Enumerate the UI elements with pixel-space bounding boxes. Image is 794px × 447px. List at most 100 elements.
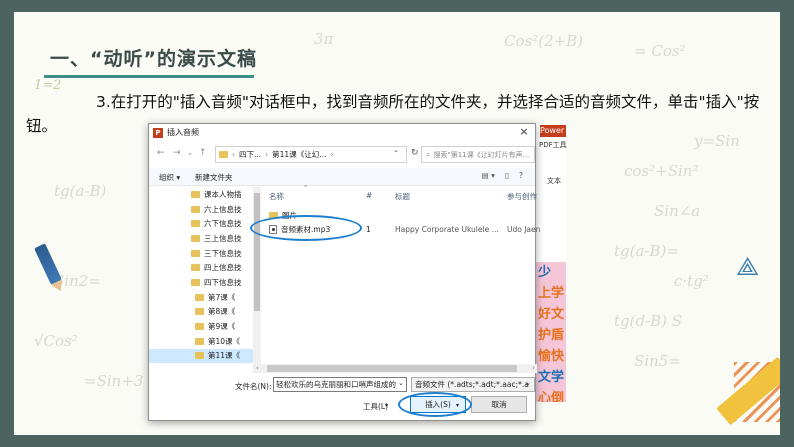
nav-folder-label: 四下信息技: [204, 277, 242, 287]
folder-icon: [195, 323, 204, 331]
file-title: Happy Corporate Ukulele ...: [395, 225, 499, 234]
slide-title: 一、“动听”的演示文稿: [50, 48, 257, 70]
nav-folder-item[interactable]: 四下信息技: [149, 275, 253, 290]
file-number: 1: [366, 225, 371, 234]
scroll-left-icon[interactable]: ‹: [256, 364, 259, 372]
folder-icon: [195, 352, 204, 360]
nav-scroll-thumb[interactable]: [254, 193, 260, 311]
ppt-art-char: 护盾: [538, 328, 565, 343]
nav-folder-item[interactable]: 第10课《: [149, 334, 253, 349]
folder-icon: [195, 308, 204, 316]
nav-folder-item[interactable]: 第9课《: [149, 319, 253, 334]
nav-folder-label: 第7课《: [208, 292, 236, 302]
recent-dropdown-icon[interactable]: ⌄: [187, 149, 193, 157]
sort-arrow-icon: ^: [303, 185, 309, 192]
ppt-art-char: 少: [538, 265, 552, 280]
nav-folder-label: 第9课《: [208, 322, 236, 332]
back-arrow-icon[interactable]: ←: [157, 148, 165, 158]
folder-icon: [195, 337, 204, 345]
toolbar-right: ▤ ▾ ▯ ?: [482, 171, 523, 180]
folder-icon: [191, 190, 200, 198]
column-header-artist[interactable]: 参与创作: [507, 191, 537, 202]
nav-folder-item[interactable]: 三上信息技: [149, 231, 253, 246]
column-header-title[interactable]: 标题: [395, 191, 410, 202]
up-arrow-icon[interactable]: ↑: [199, 148, 207, 158]
nav-folder-item[interactable]: 第7课《: [149, 290, 253, 305]
tools-dropdown-icon[interactable]: ▾: [385, 402, 388, 409]
filename-input[interactable]: 轻松欢乐的乌克丽丽和口哨声组成的: [273, 377, 407, 392]
view-options-icon[interactable]: ▤ ▾: [482, 171, 495, 180]
nav-folder-label: 六上信息技: [204, 204, 242, 214]
compass-icon: ⟁: [736, 252, 760, 282]
address-dropdown-icon[interactable]: ⌄: [393, 146, 399, 154]
new-folder-button[interactable]: 新建文件夹: [195, 172, 233, 183]
chalk-math: tg(a-B)=: [614, 242, 679, 260]
dialog-titlebar[interactable]: P 插入音频 ×: [149, 124, 535, 141]
folder-icon: [191, 249, 200, 257]
scroll-right-icon[interactable]: ›: [532, 364, 535, 372]
organize-button[interactable]: 组织 ▾: [159, 172, 180, 183]
breadcrumb-separator: ›: [330, 150, 334, 159]
highlight-audio-file: [250, 215, 362, 241]
nav-folder-label: 第10课《: [208, 336, 241, 346]
folder-icon: [191, 220, 200, 228]
filename-label: 文件名(N):: [235, 382, 272, 391]
help-icon[interactable]: ?: [519, 171, 523, 180]
nav-folder-item-selected[interactable]: 第11课《: [149, 348, 253, 364]
dialog-toolbar: 组织 ▾ 新建文件夹 ▤ ▾ ▯ ?: [149, 168, 535, 186]
chalk-math: Sin5=: [634, 352, 681, 370]
address-bar[interactable]: › 四下... › 第11课《让幻... ›: [215, 146, 407, 163]
chalk-math: Sin∠a: [654, 202, 701, 220]
title-underline: [44, 75, 254, 78]
folder-icon: [191, 278, 200, 286]
nav-folder-label: 课本人物插: [204, 189, 242, 199]
ppt-art-char: 好文: [538, 307, 565, 322]
horizontal-scrollbar[interactable]: ‹ ›: [253, 364, 537, 373]
ppt-art-char: 上学: [538, 286, 565, 301]
breadcrumb-item[interactable]: 四下...: [239, 149, 261, 160]
chalk-math: cos²+Sin²: [624, 162, 699, 180]
pencil-icon: [34, 243, 62, 285]
insert-audio-dialog: P 插入音频 × ← → ⌄ ↑ › 四下... › 第11课《让幻... › …: [148, 123, 540, 421]
highlight-insert-button: [398, 392, 472, 417]
horizontal-scroll-thumb[interactable]: [267, 365, 517, 372]
folder-icon: [219, 151, 228, 158]
chalk-math: tg(a-B): [54, 182, 107, 200]
filetype-dropdown-icon[interactable]: ⌄: [525, 379, 531, 387]
chalk-math: tg(d-B) S: [614, 312, 683, 330]
chalk-math: =Sin+3: [84, 372, 144, 390]
breadcrumb-item[interactable]: 第11课《让幻...: [272, 149, 326, 160]
chalk-math: = Cos²: [634, 42, 686, 60]
nav-folder-item[interactable]: 四上信息技: [149, 260, 253, 275]
filetype-select[interactable]: 音频文件 (*.adts;*.adt;*.aac;*.a: [411, 377, 535, 392]
nav-folder-label: 三下信息技: [204, 248, 242, 258]
file-artist: Udo Jaen: [507, 225, 541, 234]
filename-dropdown-icon[interactable]: ⌄: [398, 379, 404, 387]
nav-scrollbar[interactable]: [253, 187, 261, 364]
folder-icon: [191, 205, 200, 213]
column-header-number[interactable]: #: [366, 191, 372, 200]
ppt-art-char: 愉快: [538, 349, 565, 364]
folder-icon: [191, 234, 200, 242]
chalk-math: 3π: [314, 30, 334, 48]
breadcrumb-separator: ›: [265, 150, 269, 159]
chalk-math: √Cos²: [34, 332, 78, 350]
ppt-art-char: 心倒: [538, 391, 565, 402]
cancel-button[interactable]: 取消: [471, 396, 527, 413]
breadcrumb-separator: ›: [232, 150, 235, 159]
column-header-name[interactable]: 名称: [269, 191, 284, 202]
nav-folder-item[interactable]: 六下信息技: [149, 216, 253, 231]
pane-toggle-icon[interactable]: ▯: [505, 171, 509, 180]
nav-folder-item[interactable]: 三下信息技: [149, 246, 253, 261]
close-button[interactable]: ×: [515, 125, 533, 139]
ppt-text-button: 文本: [547, 177, 561, 185]
nav-folder-item[interactable]: 六上信息技: [149, 202, 253, 217]
forward-arrow-icon[interactable]: →: [173, 148, 181, 158]
search-input[interactable]: ⌕ 搜索"第11课《让幻灯片有声...: [421, 146, 535, 163]
folder-icon: [195, 293, 204, 301]
nav-folder-label: 第8课《: [208, 307, 236, 317]
nav-folder-label: 六下信息技: [204, 219, 242, 229]
refresh-icon[interactable]: ↻: [411, 148, 419, 158]
nav-folder-item[interactable]: 课本人物插: [149, 187, 253, 202]
nav-folder-item[interactable]: 第8课《: [149, 305, 253, 320]
